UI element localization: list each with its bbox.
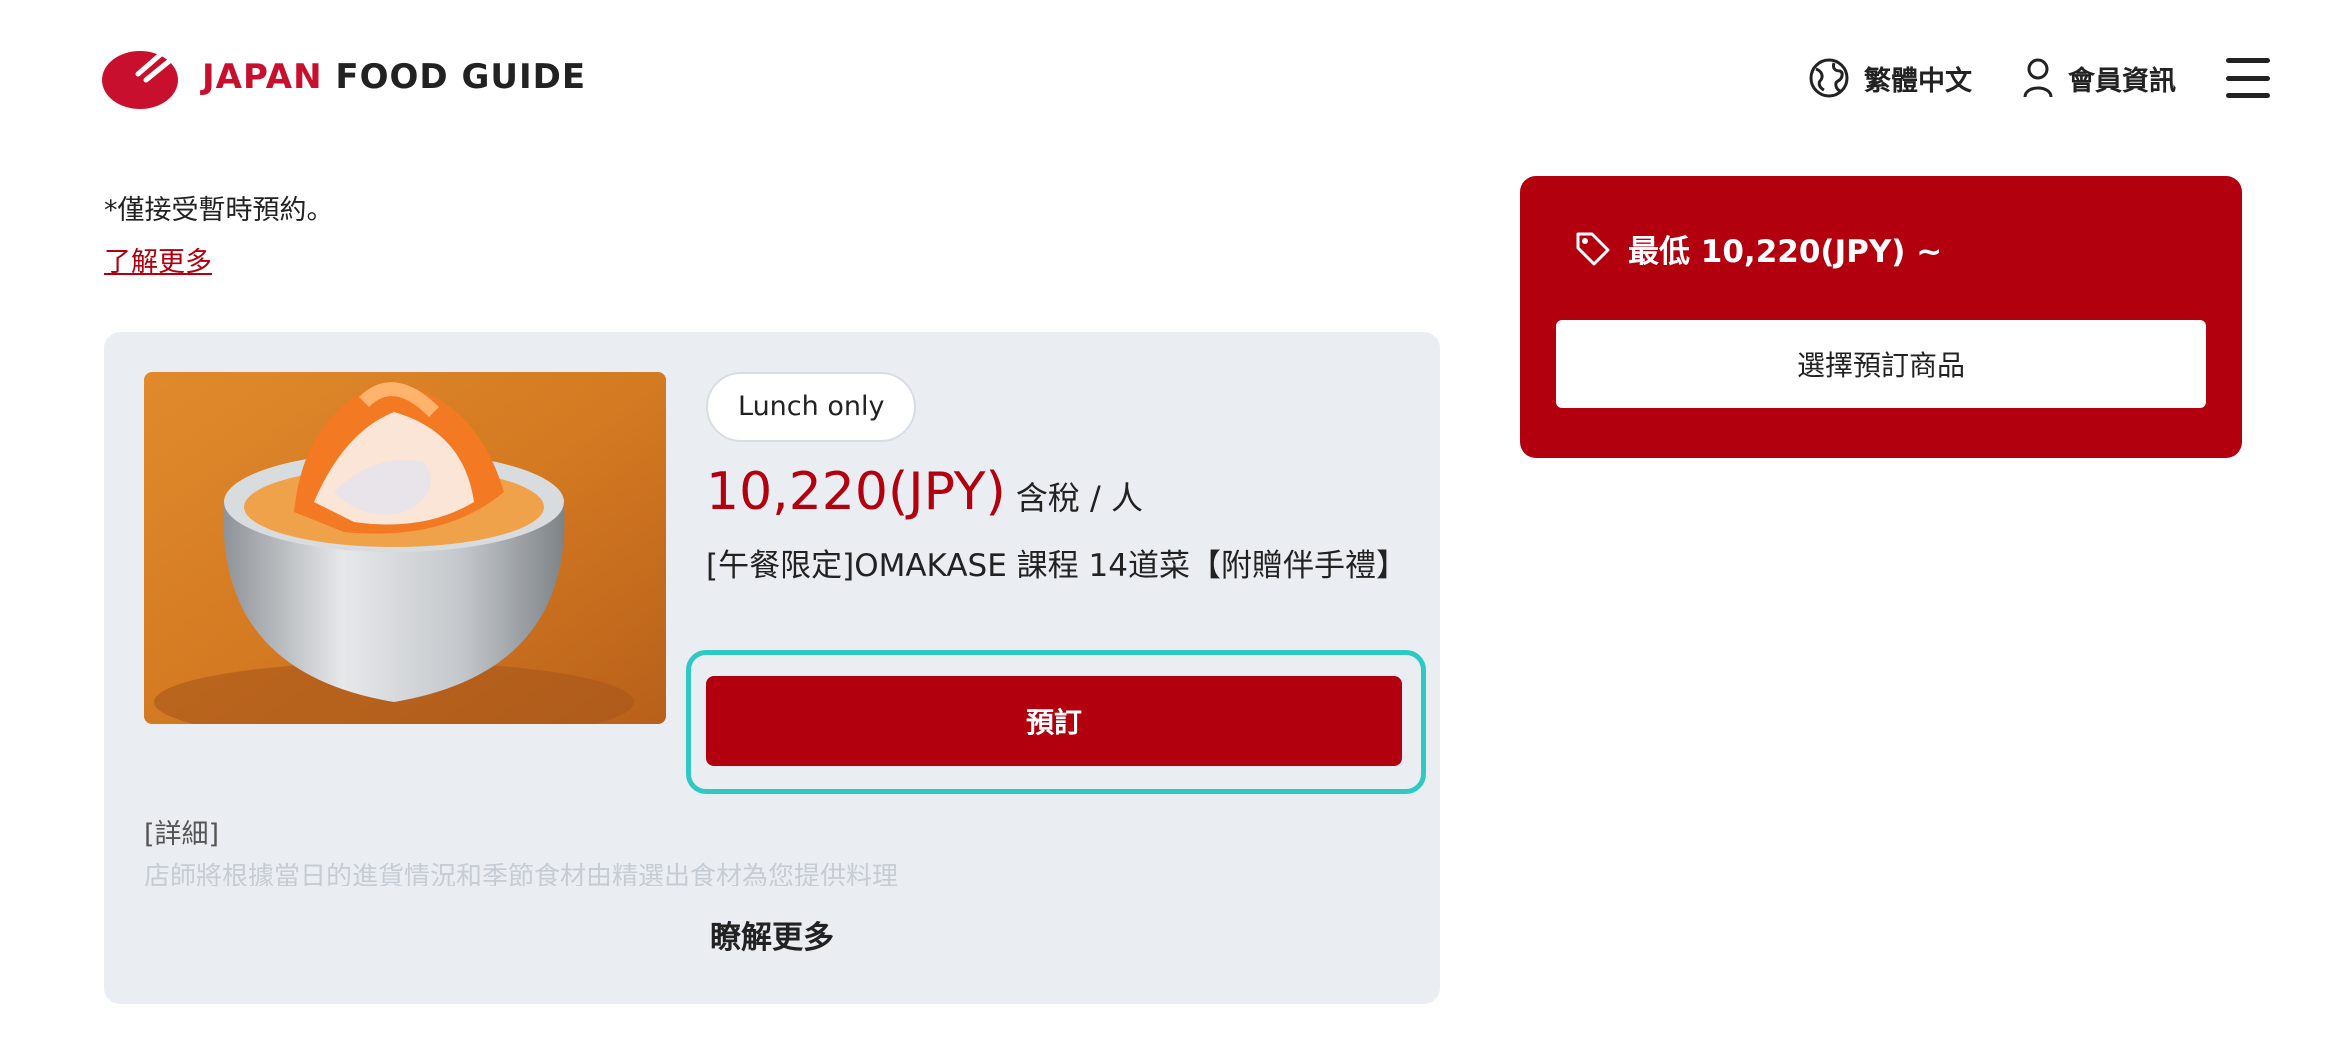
- member-label: 會員資訊: [2068, 65, 2176, 97]
- site-logo[interactable]: JAPAN FOOD GUIDE: [102, 44, 586, 110]
- user-icon: [2023, 58, 2053, 98]
- hamburger-menu-icon[interactable]: [2226, 58, 2270, 98]
- course-price: 10,220(JPY): [706, 462, 1006, 522]
- logo-text-secondary: FOOD GUIDE: [335, 57, 587, 97]
- lowest-price: 最低 10,220(JPY) ~: [1574, 226, 1942, 271]
- globe-icon: [1809, 58, 1849, 98]
- select-course-button[interactable]: 選擇預訂商品: [1556, 320, 2206, 408]
- lunch-only-badge: Lunch only: [706, 372, 917, 442]
- price-line: 10,220(JPY) 含稅 / 人: [706, 462, 1143, 522]
- language-label: 繁體中文: [1864, 65, 1972, 97]
- dessert-photo: [144, 372, 666, 724]
- price-summary-box: 最低 10,220(JPY) ~ 選擇預訂商品: [1520, 176, 2242, 458]
- detail-label: [詳細]: [144, 819, 220, 850]
- price-note: 含稅 / 人: [1015, 479, 1143, 517]
- lowest-price-label: 最低 10,220(JPY) ~: [1628, 234, 1943, 270]
- member-info-link[interactable]: 會員資訊: [2022, 57, 2176, 99]
- learn-more-link[interactable]: 了解更多: [104, 240, 212, 279]
- logo-text-primary: JAPAN: [202, 57, 323, 97]
- top-nav: 繁體中文 會員資訊: [1808, 50, 2270, 106]
- detail-preview-text: 店師將根據當日的進貨情況和季節食材由精選出食材為您提供料理: [144, 862, 899, 886]
- logo-text: JAPAN FOOD GUIDE: [202, 57, 586, 97]
- show-more-button[interactable]: 瞭解更多: [104, 912, 1440, 957]
- course-title: [午餐限定]OMAKASE 課程 14道菜【附贈伴手禮】: [706, 548, 1407, 584]
- course-card: Lunch only 10,220(JPY) 含稅 / 人 [午餐限定]OMAK…: [104, 332, 1440, 1004]
- reservation-notice: *僅接受暫時預約。: [104, 195, 334, 226]
- chopsticks-logo-icon: [102, 45, 181, 109]
- price-tag-icon: [1576, 232, 1610, 265]
- language-selector[interactable]: 繁體中文: [1808, 57, 1972, 99]
- book-button[interactable]: 預訂: [706, 676, 1402, 766]
